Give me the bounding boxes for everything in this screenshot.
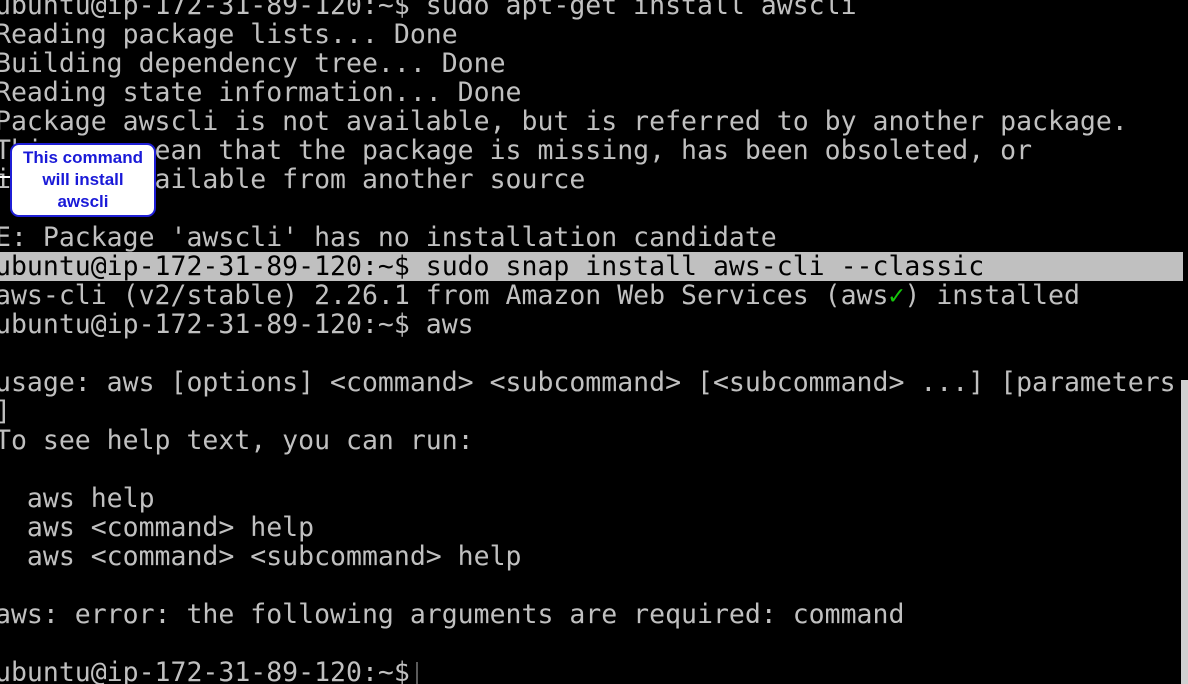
text-cursor [415, 662, 418, 684]
terminal-line: ubuntu@ip-172-31-89-120:~$ sudo apt-get … [0, 0, 857, 20]
terminal-line: is only available from another source [0, 165, 586, 194]
terminal-line: To see help text, you can run: [0, 426, 474, 455]
terminal-window[interactable]: ubuntu@ip-172-31-89-120:~$ sudo apt-get … [0, 0, 1188, 684]
callout-text-line: This command [23, 148, 143, 167]
terminal-line: aws <command> <subcommand> help [0, 542, 522, 571]
terminal-line: aws: error: the following arguments are … [0, 600, 905, 629]
terminal-line: ] [0, 397, 1183, 426]
terminal-prompt-line[interactable]: ubuntu@ip-172-31-89-120:~$ [0, 658, 1183, 684]
terminal-line: ubuntu@ip-172-31-89-120:~$ aws [0, 310, 474, 339]
terminal-line: Building dependency tree... Done [0, 49, 506, 78]
terminal-line: aws help [0, 484, 155, 513]
prompt-text: ubuntu@ip-172-31-89-120:~$ [0, 658, 410, 684]
scrollbar-thumb[interactable] [1181, 380, 1188, 684]
terminal-line: Reading state information... Done [0, 78, 522, 107]
terminal-line: Package awscli is not available, but is … [0, 107, 1128, 136]
annotation-callout: This command will install awscli [10, 143, 156, 217]
install-result-text-end: ) installed [904, 281, 1080, 310]
terminal-line: usage: aws [options] <command> <subcomma… [0, 368, 1176, 397]
terminal-line: Reading package lists... Done [0, 20, 458, 49]
terminal-line: E: Package 'awscli' has no installation … [0, 223, 777, 252]
callout-text-line: awscli [57, 192, 109, 211]
terminal-line: This may mean that the package is missin… [0, 136, 1033, 165]
callout-text-line: will install [42, 170, 124, 189]
terminal-output[interactable]: ubuntu@ip-172-31-89-120:~$ sudo apt-get … [0, 0, 1183, 684]
terminal-line-install-result: aws-cli (v2/stable) 2.26.1 from Amazon W… [0, 281, 1183, 310]
install-result-text: aws-cli (v2/stable) 2.26.1 from Amazon W… [0, 281, 889, 310]
checkmark-icon: ✓ [888, 281, 905, 310]
terminal-line: aws <command> help [0, 513, 315, 542]
terminal-line-selected[interactable]: ubuntu@ip-172-31-89-120:~$ sudo snap ins… [0, 252, 1183, 281]
